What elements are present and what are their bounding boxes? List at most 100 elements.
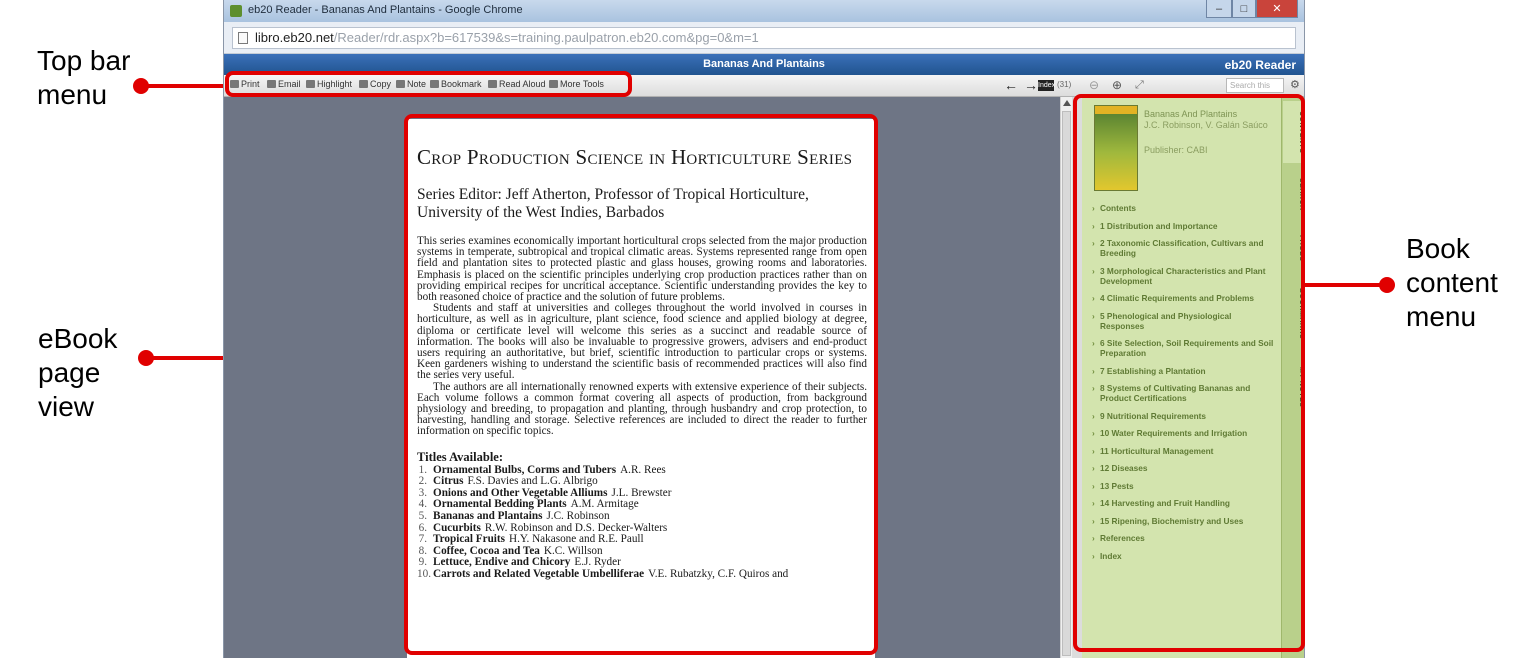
toc-item[interactable]: Contents	[1092, 203, 1276, 213]
series-title: Crop Production Science in Horticulture …	[417, 145, 867, 170]
page-number: (31)	[1057, 80, 1072, 89]
window-controls: – □ ✕	[1206, 0, 1298, 18]
title-author: A.R. Rees	[620, 463, 666, 476]
maximize-icon[interactable]: □	[1232, 0, 1256, 18]
panel-publisher: Publisher: CABI	[1144, 145, 1208, 155]
series-editor: Series Editor: Jeff Atherton, Professor …	[417, 186, 809, 221]
toc-item[interactable]: 2 Taxonomic Classification, Cultivars an…	[1092, 238, 1276, 258]
panel-divider	[1072, 97, 1082, 658]
title-author: V.E. Rubatzky, C.F. Quiros and	[648, 568, 789, 580]
book-info: Bananas And Plantains J.C. Robinson, V. …	[1144, 109, 1274, 156]
url-path: /Reader/rdr.aspx?b=617539&s=training.pau…	[333, 30, 759, 45]
panel-book-title: Bananas And Plantains	[1144, 109, 1238, 119]
gear-icon	[549, 80, 558, 88]
callout-line-contentmenu	[1303, 283, 1387, 287]
paragraph-1: This series examines economically import…	[417, 235, 867, 304]
note-button[interactable]: Note	[396, 79, 426, 89]
toc-item[interactable]: 6 Site Selection, Soil Requirements and …	[1092, 338, 1276, 358]
title-author: J.C. Robinson	[546, 510, 610, 523]
window-titlebar: eb20 Reader - Bananas And Plantains - Go…	[224, 0, 1304, 22]
toc-item[interactable]: 15 Ripening, Biochemistry and Uses	[1092, 516, 1276, 526]
page-view-area: Crop Production Science in Horticulture …	[224, 97, 1060, 658]
page-scrollbar[interactable]	[1060, 97, 1072, 658]
series-title-text: Crop Production Science in Horticulture …	[417, 145, 853, 169]
zoom-out-icon[interactable]: ⊖	[1089, 78, 1099, 92]
address-bar: libro.eb20.net/Reader/rdr.aspx?b=617539&…	[224, 22, 1304, 54]
toc-item[interactable]: 14 Harvesting and Fruit Handling	[1092, 498, 1276, 508]
copy-button[interactable]: Copy	[359, 79, 391, 89]
toc-item[interactable]: 7 Establishing a Plantation	[1092, 366, 1276, 376]
settings-icon[interactable]: ⚙	[1290, 78, 1300, 92]
toc-item[interactable]: References	[1092, 533, 1276, 543]
tab-bookmarks[interactable]: BOOKMARKS	[1283, 275, 1304, 353]
toc-item[interactable]: 13 Pests	[1092, 481, 1276, 491]
browser-window: eb20 Reader - Bananas And Plantains - Go…	[223, 0, 1305, 658]
title-number: 10.	[417, 568, 431, 580]
toc-item[interactable]: 10 Water Requirements and Irrigation	[1092, 428, 1276, 438]
title-name: Carrots and Related Vegetable Umbellifer…	[433, 568, 645, 580]
read-aloud-button[interactable]: Read Aloud	[488, 79, 546, 89]
toc-item[interactable]: 11 Horticultural Management	[1092, 446, 1276, 456]
tab-pages[interactable]: PAGES	[1283, 225, 1304, 271]
title-number: 5.	[418, 510, 427, 523]
page-icon	[238, 32, 248, 44]
tab-search[interactable]: SEARCH	[1283, 167, 1304, 221]
more-tools-button[interactable]: More Tools	[549, 79, 604, 89]
email-label: Email	[278, 79, 301, 89]
scroll-thumb[interactable]	[1062, 111, 1071, 656]
print-label: Print	[241, 79, 260, 89]
read-aloud-label: Read Aloud	[499, 79, 546, 89]
title-list-item: 5. Bananas and Plantains J.C. Robinson	[417, 510, 867, 523]
callout-book-content-menu: Book content menu	[1406, 233, 1498, 332]
tab-contents[interactable]: CONTENTS	[1283, 101, 1304, 163]
reader-brand: eb20 Reader	[1224, 58, 1296, 72]
next-page-arrow-icon[interactable]: →	[1024, 78, 1038, 92]
email-button[interactable]: Email	[267, 79, 301, 89]
highlight-button[interactable]: Highlight	[306, 79, 352, 89]
close-icon[interactable]: ✕	[1256, 0, 1298, 18]
toc-item[interactable]: 9 Nutritional Requirements	[1092, 411, 1276, 421]
bookmark-icon	[430, 80, 439, 88]
bookmark-label: Bookmark	[441, 79, 482, 89]
app-icon	[230, 5, 242, 17]
highlight-label: Highlight	[317, 79, 353, 89]
callout-top-bar-menu: Top bar menu	[37, 45, 131, 110]
reader-header: Bananas And Plantains eb20 Reader	[224, 54, 1304, 75]
table-of-contents: Contents 1 Distribution and Importance 2 T…	[1092, 203, 1276, 568]
fullscreen-icon[interactable]: ⤢	[1135, 78, 1144, 92]
toc-item[interactable]: 1 Distribution and Importance	[1092, 221, 1276, 231]
toc-item[interactable]: 5 Phenological and Physiological Respons…	[1092, 311, 1276, 331]
more-tools-label: More Tools	[560, 79, 604, 89]
cover-band	[1095, 106, 1137, 114]
previous-page-arrow-icon[interactable]: ←	[1004, 78, 1018, 92]
email-icon	[267, 80, 276, 88]
toc-item[interactable]: 8 Systems of Cultivating Bananas and Pro…	[1092, 383, 1276, 403]
toc-item[interactable]: 4 Climatic Requirements and Problems	[1092, 293, 1276, 303]
search-book-input[interactable]: Search this book	[1226, 78, 1284, 103]
print-button[interactable]: Print	[230, 79, 260, 89]
title-name: Bananas and Plantains	[433, 510, 543, 523]
toc-item[interactable]: 12 Diseases	[1092, 463, 1276, 473]
copy-icon	[359, 80, 368, 88]
highlight-icon	[306, 80, 315, 88]
reader-toolbar: Print Email Highlight Copy Note Bookmark…	[224, 75, 1304, 103]
url-field[interactable]: libro.eb20.net/Reader/rdr.aspx?b=617539&…	[232, 27, 1296, 49]
zoom-in-icon[interactable]: ⊕	[1112, 78, 1122, 92]
note-label: Note	[407, 79, 427, 89]
minimize-icon[interactable]: –	[1206, 0, 1232, 18]
note-icon	[396, 80, 405, 88]
title-list-item: 10. Carrots and Related Vegetable Umbelli…	[417, 568, 867, 581]
book-cover-image	[1094, 105, 1138, 191]
scroll-up-icon[interactable]	[1063, 100, 1071, 106]
bookmark-button[interactable]: Bookmark	[430, 79, 482, 89]
book-content-panel: Bananas And Plantains J.C. Robinson, V. …	[1082, 97, 1304, 658]
titles-list: 1. Ornamental Bulbs, Corms and Tubers A.R.…	[417, 463, 867, 581]
toc-item[interactable]: 3 Morphological Characteristics and Plan…	[1092, 266, 1276, 286]
ebook-page: Crop Production Science in Horticulture …	[407, 119, 875, 658]
toc-item[interactable]: Index	[1092, 551, 1276, 561]
page-label-badge[interactable]: Index	[1038, 80, 1055, 91]
url-host: libro.eb20.net	[255, 30, 334, 45]
annotated-screenshot: Top bar menu eBook page view Book content men…	[0, 0, 1517, 658]
tab-my-notes[interactable]: MY NOTES	[1283, 357, 1304, 417]
titles-heading: Titles Available:	[417, 449, 503, 464]
